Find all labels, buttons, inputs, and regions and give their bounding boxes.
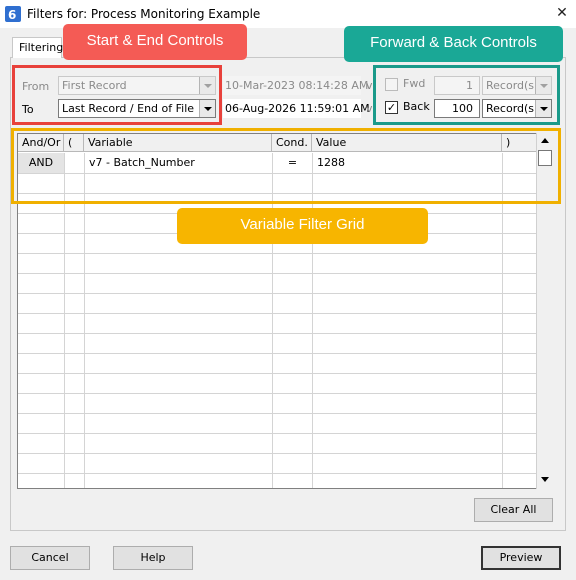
tab-filtering[interactable]: Filtering (12, 37, 63, 58)
from-datetime[interactable]: 10-Mar-2023 08:14:28 AM (223, 76, 368, 95)
start-end-highlight-box (12, 65, 222, 125)
scroll-down-arrow-icon[interactable] (537, 472, 553, 488)
app-logo-icon: 6 (5, 6, 21, 22)
to-datetime[interactable]: 06-Aug-2026 11:59:01 AM (223, 99, 370, 118)
fwd-back-highlight-box (373, 65, 560, 125)
grid-highlight-box (11, 128, 561, 204)
fwd-back-callout: Forward & Back Controls (344, 26, 563, 62)
grid-callout: Variable Filter Grid (177, 208, 428, 244)
to-datetime-dropdown-icon[interactable]: v (366, 102, 373, 115)
svg-text:6: 6 (8, 8, 16, 22)
from-datetime-dropdown-icon[interactable]: v (366, 79, 373, 92)
window-title: Filters for: Process Monitoring Example (27, 7, 261, 21)
close-icon[interactable]: ✕ (552, 3, 572, 23)
cancel-button[interactable]: Cancel (10, 546, 90, 570)
preview-button[interactable]: Preview (481, 546, 561, 570)
clear-all-button[interactable]: Clear All (474, 498, 553, 522)
help-button[interactable]: Help (113, 546, 193, 570)
start-end-callout: Start & End Controls (63, 24, 247, 60)
